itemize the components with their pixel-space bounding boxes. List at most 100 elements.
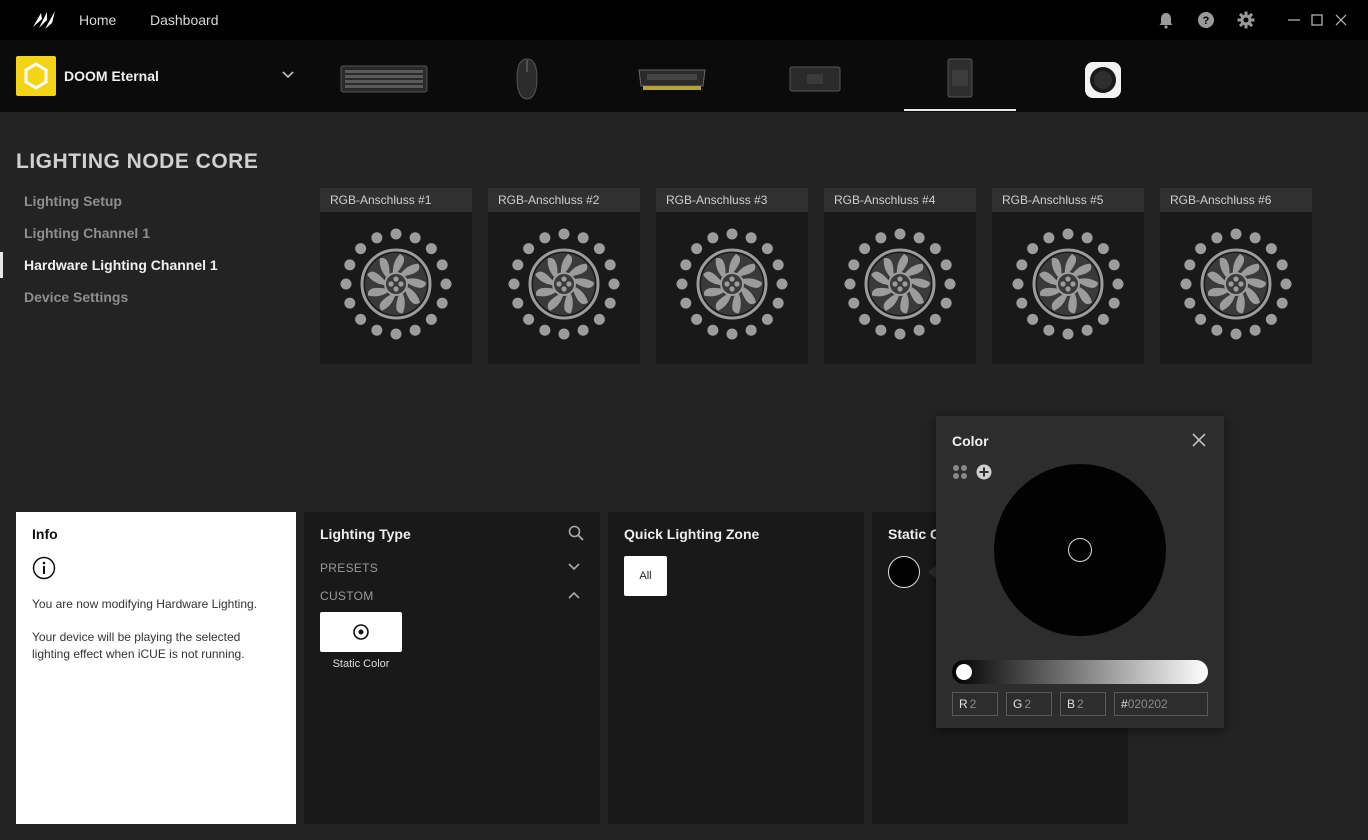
port-card-1[interactable]: RGB-Anschluss #1 bbox=[320, 188, 472, 364]
red-field[interactable]: R2 bbox=[952, 692, 998, 716]
nav-home[interactable]: Home bbox=[79, 12, 116, 28]
led-dot bbox=[390, 328, 402, 340]
port-card-6[interactable]: RGB-Anschluss #6 bbox=[1160, 188, 1312, 364]
sidebar-item-lighting-setup[interactable]: Lighting Setup bbox=[24, 193, 122, 209]
led-dot bbox=[761, 313, 773, 325]
device-commander-core[interactable] bbox=[1084, 61, 1122, 99]
led-dot bbox=[558, 228, 570, 240]
led-dot bbox=[761, 243, 773, 255]
color-wheel[interactable] bbox=[994, 464, 1166, 636]
fan-icon bbox=[844, 228, 956, 340]
sidebar-item-hardware-lighting-channel-1[interactable]: Hardware Lighting Channel 1 bbox=[24, 257, 218, 273]
static-color-tile[interactable] bbox=[320, 612, 402, 652]
device-bar: DOOM Eternal bbox=[0, 40, 1368, 112]
led-dot bbox=[425, 313, 437, 325]
led-dot bbox=[745, 232, 757, 244]
port-card-5[interactable]: RGB-Anschluss #5 bbox=[992, 188, 1144, 364]
led-dot bbox=[371, 232, 383, 244]
hexagon-icon bbox=[24, 62, 48, 90]
led-dot bbox=[848, 297, 860, 309]
color-wheel-handle[interactable] bbox=[1068, 538, 1092, 562]
add-color-icon[interactable] bbox=[976, 464, 992, 480]
led-dot bbox=[875, 232, 887, 244]
keyboard-icon bbox=[340, 65, 428, 93]
led-dot bbox=[344, 297, 356, 309]
blue-value: 2 bbox=[1077, 697, 1084, 711]
port-card-4[interactable]: RGB-Anschluss #4 bbox=[824, 188, 976, 364]
led-dot bbox=[940, 259, 952, 271]
sidebar-item-device-settings[interactable]: Device Settings bbox=[24, 289, 128, 305]
green-field[interactable]: G2 bbox=[1006, 692, 1052, 716]
led-dot bbox=[1016, 297, 1028, 309]
profile-icon[interactable] bbox=[16, 56, 56, 96]
led-dot bbox=[340, 278, 352, 290]
custom-section[interactable]: CUSTOM bbox=[320, 589, 374, 603]
hex-prefix: # bbox=[1121, 697, 1128, 711]
led-dot bbox=[894, 228, 906, 240]
close-icon[interactable] bbox=[1192, 433, 1206, 447]
info-panel: Info You are now modifying Hardware Ligh… bbox=[16, 512, 296, 824]
blue-field[interactable]: B2 bbox=[1060, 692, 1106, 716]
profile-name[interactable]: DOOM Eternal bbox=[64, 68, 159, 84]
sidebar-item-lighting-channel-1[interactable]: Lighting Channel 1 bbox=[24, 225, 150, 241]
color-swatch[interactable] bbox=[888, 556, 920, 588]
swatches-icon[interactable] bbox=[952, 464, 968, 480]
led-dot bbox=[1027, 313, 1039, 325]
led-dot bbox=[691, 243, 703, 255]
static-color-title: Static C bbox=[888, 526, 941, 542]
device-keyboard[interactable] bbox=[340, 64, 428, 94]
fan-hub-dot bbox=[1065, 286, 1071, 292]
nav-dashboard[interactable]: Dashboard bbox=[150, 12, 219, 28]
presets-section[interactable]: PRESETS bbox=[320, 561, 378, 575]
led-dot bbox=[1230, 328, 1242, 340]
port-card-2[interactable]: RGB-Anschluss #2 bbox=[488, 188, 640, 364]
led-dot bbox=[1276, 259, 1288, 271]
close-window-icon[interactable] bbox=[1332, 11, 1350, 29]
chevron-down-icon[interactable] bbox=[568, 563, 580, 571]
fan-hub bbox=[1056, 272, 1080, 296]
zone-all-button[interactable]: All bbox=[624, 556, 667, 596]
help-icon[interactable]: ? bbox=[1197, 11, 1215, 29]
led-dot bbox=[1108, 297, 1120, 309]
led-dot bbox=[1062, 228, 1074, 240]
led-dot bbox=[707, 324, 719, 336]
led-dot bbox=[344, 259, 356, 271]
led-dot bbox=[1249, 232, 1261, 244]
corsair-logo-icon[interactable] bbox=[31, 9, 57, 31]
fan-hub-dot bbox=[393, 276, 399, 282]
device-mouse[interactable] bbox=[515, 58, 539, 100]
chevron-down-icon[interactable] bbox=[281, 70, 295, 80]
hex-field[interactable]: #020202 bbox=[1114, 692, 1208, 716]
led-dot bbox=[608, 278, 620, 290]
lighting-type-title: Lighting Type bbox=[320, 526, 411, 542]
red-label: R bbox=[959, 697, 968, 711]
brightness-slider-handle[interactable] bbox=[956, 664, 972, 680]
led-dot bbox=[512, 259, 524, 271]
led-dot bbox=[577, 324, 589, 336]
led-dot bbox=[875, 324, 887, 336]
search-icon[interactable] bbox=[568, 525, 584, 541]
info-message-1: You are now modifying Hardware Lighting. bbox=[32, 597, 258, 611]
device-lighting-node-pro[interactable] bbox=[789, 66, 841, 92]
port-card-3[interactable]: RGB-Anschluss #3 bbox=[656, 188, 808, 364]
led-dot bbox=[558, 328, 570, 340]
brightness-slider[interactable] bbox=[952, 660, 1208, 684]
maximize-icon[interactable] bbox=[1308, 11, 1326, 29]
device-memory[interactable] bbox=[637, 66, 707, 92]
minimize-icon[interactable] bbox=[1285, 11, 1303, 29]
led-dot bbox=[1097, 243, 1109, 255]
led-dot bbox=[1108, 259, 1120, 271]
device-lighting-node-core[interactable] bbox=[946, 58, 974, 98]
chevron-up-icon[interactable] bbox=[568, 591, 580, 599]
fan-icon bbox=[508, 228, 620, 340]
led-dot bbox=[512, 297, 524, 309]
bell-icon[interactable] bbox=[1157, 11, 1175, 29]
fan-hub-dot bbox=[1233, 276, 1239, 282]
led-dot bbox=[523, 313, 535, 325]
lighting-type-panel: Lighting Type PRESETS CUSTOM Static Colo… bbox=[304, 512, 600, 824]
gear-icon[interactable] bbox=[1237, 11, 1255, 29]
fan-hub-dot bbox=[393, 286, 399, 292]
fan-hub-dot bbox=[1065, 276, 1071, 282]
led-dot bbox=[1081, 324, 1093, 336]
led-dot bbox=[940, 297, 952, 309]
